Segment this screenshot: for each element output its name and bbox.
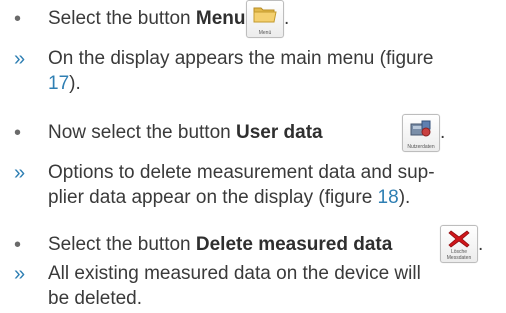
user-data-button-caption: Nutzerdaten	[407, 144, 435, 150]
delete-button-caption: Lösche Messdaten	[446, 249, 472, 261]
bullet-marker: •	[14, 8, 22, 30]
delete-measured-data-label: Delete measured data	[195, 234, 393, 255]
delete-measured-data-button-icon[interactable]: Lösche Messdaten	[440, 225, 478, 263]
figure-ref-18[interactable]: 18	[378, 187, 399, 208]
folder-icon	[253, 7, 277, 23]
bullet-marker: •	[14, 122, 22, 144]
step-select-user-data: Now select the button User data	[48, 122, 323, 143]
bullet-marker: •	[14, 234, 22, 256]
result-marker: »	[14, 162, 26, 184]
result-main-menu: On the display appears the main menu (fi…	[48, 48, 434, 69]
result-options: Options to delete measurement data and s…	[48, 162, 435, 183]
menu-button-caption: Menü	[258, 30, 272, 36]
menu-button-icon[interactable]: Menü	[246, 0, 284, 38]
result-marker: »	[14, 48, 26, 70]
result-deleted: All existing measured data on the device…	[48, 263, 421, 284]
step-select-menu: Select the button Menu	[48, 8, 246, 29]
user-data-button-icon[interactable]: Nutzerdaten	[402, 114, 440, 152]
menu-label: Menu	[195, 8, 246, 29]
delete-x-icon	[448, 230, 470, 248]
user-data-label: User data	[236, 122, 323, 143]
instruction-list: • Select the button Menu Menü . » On the…	[0, 0, 506, 313]
step-delete-measured-data: Select the button Delete measured data	[48, 234, 393, 255]
figure-ref-17[interactable]: 17	[48, 73, 69, 94]
user-data-icon	[410, 120, 431, 137]
result-marker: »	[14, 263, 26, 285]
